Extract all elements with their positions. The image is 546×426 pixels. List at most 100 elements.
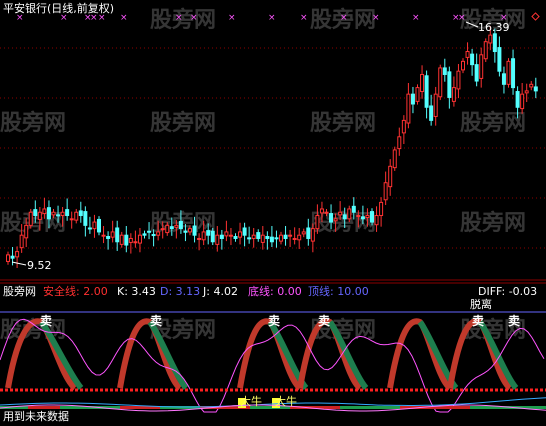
candle-body [424,75,429,108]
top-marker: × [175,13,183,23]
candle-body [106,236,111,239]
candlestick-series [6,25,538,268]
top-marker: × [340,13,348,23]
candle-body [451,87,456,102]
candle-body [520,93,525,110]
k-band [117,318,183,391]
candle-body [497,47,502,72]
candle-body [260,234,265,243]
candle-body [461,60,465,71]
d-band [327,320,369,390]
candle-body [479,54,484,79]
candle-body [506,60,511,85]
candle-body [124,234,129,246]
candle-body [265,236,270,239]
candle-body [388,165,393,188]
candle-body [210,230,215,243]
candle-body [101,234,106,237]
candle-body [247,237,252,240]
k-band [387,318,453,391]
candle-body [151,234,156,237]
j-value: J: 4.02 [203,285,238,298]
candle-body [137,234,142,244]
safety-line-value: 安全线: 2.00 [43,285,108,298]
candle-body [192,225,197,236]
candle-body [251,234,256,239]
low-price-label: 9.52 [27,259,52,272]
top-line-value: 顶线: 10.00 [308,285,369,298]
candle-body [6,254,10,262]
candle-body [406,93,411,124]
candle-body [365,215,370,218]
candle-body [174,224,179,228]
candle-body [92,221,97,230]
candle-body [238,231,243,238]
candle-body [56,214,61,217]
candle-body [465,51,470,58]
k-band [5,318,78,391]
bottom-strip-red [28,406,60,409]
candle-body [283,234,288,239]
candle-body [515,91,520,108]
candle-body [324,211,329,214]
top-marker: × [228,13,236,23]
candle-body [392,149,397,169]
chart-title: 平安银行(日线,前复权) [3,2,115,15]
candle-body [429,105,434,121]
candle-body [19,234,24,249]
candle-body [42,208,47,215]
low-price-pointer [11,261,27,266]
candle-body [156,231,161,236]
d-band [477,320,519,390]
candle-body [447,71,452,98]
candle-body [306,227,311,239]
sell-signal: 卖 [318,314,331,328]
candle-body [456,70,461,90]
candle-body [60,211,65,217]
candle-body [115,227,120,243]
sell-signal: 卖 [268,314,281,328]
candle-body [183,230,188,233]
candle-body [297,234,302,241]
candle-body [206,230,211,236]
candle-body [279,234,283,242]
kd-bands [5,318,519,391]
candle-body [333,218,338,222]
candle-body [351,205,356,213]
candle-body [301,231,306,235]
diff-value: DIFF: -0.03 [478,285,538,298]
candle-body [83,211,88,226]
candle-body [147,230,152,233]
candle-body [24,224,29,239]
candle-body [415,87,420,102]
chart-canvas: × × ×× × × × × × × × × × × ×× × [0,12,546,413]
diamond-marker [531,12,540,21]
candle-body [474,64,479,82]
candle-body [356,215,361,218]
candle-body [420,73,425,93]
candle-body [342,214,347,220]
candle-body [374,215,379,226]
candle-body [524,90,529,94]
sell-signal: 卖 [150,314,163,328]
candle-body [292,237,297,240]
candle-body [338,211,343,216]
indicator-name[interactable]: 股旁网 [3,285,36,298]
candle-body [78,210,83,217]
candle-body [169,226,174,230]
candle-body [201,231,206,241]
sell-signal: 卖 [472,314,485,328]
candle-body [10,255,15,259]
k-band [297,318,363,391]
candle-body [97,218,101,233]
top-marker: × [268,13,276,23]
future-data-link[interactable]: 用到未来数据 [3,410,69,423]
top-marker: × [458,13,466,23]
d-value: D: 3.13 [160,285,201,298]
candle-body [274,237,279,240]
candle-body [433,93,438,117]
candle-body [315,215,320,230]
candle-body [224,231,229,237]
candle-body [383,182,388,201]
candle-body [242,227,247,236]
